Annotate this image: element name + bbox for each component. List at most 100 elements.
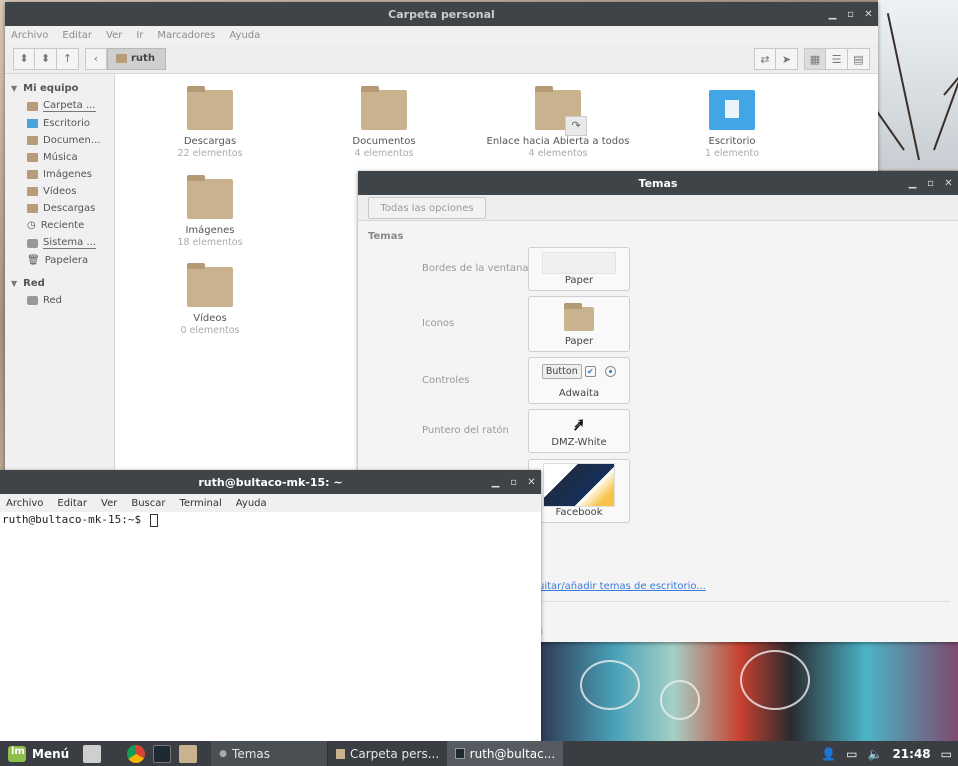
terminal-menubar: Archivo Editar Ver Buscar Terminal Ayuda: [0, 494, 541, 512]
file-item-imagenes[interactable]: Imágenes 18 elementos: [135, 175, 285, 248]
file-item-escritorio[interactable]: Escritorio 1 elemento: [657, 90, 807, 159]
menu-ayuda[interactable]: Ayuda: [229, 30, 260, 41]
menu-buscar[interactable]: Buscar: [131, 498, 165, 509]
sidebar: ▼ Mi equipo Carpeta ... Escritorio Docume…: [5, 74, 115, 472]
link-arrow-icon: ↷: [565, 116, 587, 136]
breadcrumb-label: ruth: [131, 53, 155, 64]
desktop-theme-button[interactable]: Facebook: [528, 459, 630, 523]
menu-ver[interactable]: Ver: [106, 30, 122, 41]
maximize-icon[interactable]: ▫: [508, 477, 519, 488]
files-icon[interactable]: [179, 744, 198, 763]
menu-marcadores[interactable]: Marcadores: [157, 30, 215, 41]
folder-icon: [336, 748, 345, 759]
show-desktop-icon[interactable]: [83, 744, 102, 763]
sidebar-item-documentos[interactable]: Documen...: [5, 132, 114, 149]
file-item-videos[interactable]: Vídeos 0 elementos: [135, 263, 285, 336]
mouse-cursor-icon: ➚: [572, 416, 586, 435]
menu-editar[interactable]: Editar: [57, 498, 87, 509]
up-arrow-icon[interactable]: ↑: [57, 47, 79, 70]
system-tray: 👤 ▭ 🔈 21:48 ▭: [821, 741, 952, 766]
folder-icon: [27, 101, 38, 111]
notification-icon[interactable]: ▭: [846, 747, 857, 761]
grid-view-icon[interactable]: ▦: [804, 48, 826, 70]
sidebar-item-musica[interactable]: Música: [5, 149, 114, 166]
preview-button: Button: [541, 364, 582, 379]
compact-view-icon[interactable]: ▤: [848, 48, 870, 70]
terminal-window: ruth@bultaco-mk-15: ~ ▁ ▫ ✕ Archivo Edit…: [0, 470, 541, 741]
menu-ver[interactable]: Ver: [101, 498, 117, 509]
taskbar: Menú ● Temas Carpeta pers... ruth@bultac…: [0, 741, 958, 766]
sidebar-item-reciente[interactable]: ◷ Reciente: [5, 217, 114, 234]
sidebar-item-red[interactable]: Red: [5, 292, 114, 309]
chevron-left-icon[interactable]: ‹: [85, 47, 107, 70]
row-label-icons: Iconos: [422, 318, 455, 329]
maximize-icon[interactable]: ▫: [925, 178, 936, 189]
volume-icon[interactable]: 🔈: [868, 747, 883, 761]
task-temas[interactable]: ● Temas: [211, 741, 328, 766]
menu-archivo[interactable]: Archivo: [6, 498, 43, 509]
folder-icon: [187, 263, 233, 307]
sidebar-item-sistema[interactable]: Sistema ...: [5, 234, 114, 252]
themes-titlebar[interactable]: Temas ▁ ▫ ✕: [358, 171, 958, 195]
task-terminal[interactable]: ruth@bultac...: [447, 741, 564, 766]
menu-editar[interactable]: Editar: [62, 30, 92, 41]
start-menu-button[interactable]: Menú: [0, 745, 79, 762]
terminal-output[interactable]: ruth@bultaco-mk-15:~$: [0, 512, 541, 741]
folder-icon: [27, 170, 38, 179]
sidebar-item-papelera[interactable]: 🗑 Papelera: [5, 252, 114, 269]
close-icon[interactable]: ✕: [863, 9, 874, 20]
sidebar-item-carpeta[interactable]: Carpeta ...: [5, 97, 114, 115]
maximize-icon[interactable]: ▫: [845, 9, 856, 20]
forward-history-icon[interactable]: ⬍: [35, 47, 57, 70]
user-icon[interactable]: 👤: [821, 747, 836, 761]
minimize-icon[interactable]: ▁: [490, 477, 501, 488]
chevron-down-icon: ▼: [11, 279, 18, 288]
fabric-image: [540, 640, 958, 741]
window-border-preview: [542, 252, 616, 274]
display-icon[interactable]: ▭: [941, 747, 952, 761]
sidebar-item-descargas[interactable]: Descargas: [5, 200, 114, 217]
sidebar-item-imagenes[interactable]: Imágenes: [5, 166, 114, 183]
file-item-descargas[interactable]: Descargas 22 elementos: [135, 86, 285, 159]
file-item-documentos[interactable]: Documentos 4 elementos: [309, 86, 459, 159]
window-title: Carpeta personal: [388, 7, 495, 21]
close-icon[interactable]: ✕: [526, 477, 537, 488]
minimize-icon[interactable]: ▁: [827, 9, 838, 20]
sidebar-section-red[interactable]: ▼ Red: [5, 275, 114, 292]
add-remove-themes-link[interactable]: uitar/añadir temas de escritorio...: [538, 581, 706, 592]
menu-terminal[interactable]: Terminal: [179, 498, 221, 509]
trash-icon: 🗑: [27, 255, 40, 266]
file-item-enlace[interactable]: ↷ Enlace hacia Abierta a todos 4 element…: [483, 86, 633, 159]
icons-theme-button[interactable]: Paper: [528, 296, 630, 352]
terminal-icon[interactable]: [153, 744, 172, 763]
pointer-icon[interactable]: ➤: [776, 48, 798, 70]
sidebar-section-mi-equipo[interactable]: ▼ Mi equipo: [5, 80, 114, 97]
clock[interactable]: 21:48: [892, 747, 930, 761]
menu-ayuda[interactable]: Ayuda: [236, 498, 267, 509]
list-view-icon[interactable]: ☰: [826, 48, 848, 70]
sidebar-item-videos[interactable]: Vídeos: [5, 183, 114, 200]
mint-logo-icon: [8, 745, 26, 762]
controls-theme-button[interactable]: Button ✔ Adwaita: [528, 357, 630, 404]
menu-archivo[interactable]: Archivo: [11, 30, 48, 41]
breadcrumb[interactable]: ruth: [107, 47, 166, 70]
window-borders-theme-button[interactable]: Paper: [528, 247, 630, 291]
terminal-icon: [455, 748, 465, 759]
sidebar-item-escritorio[interactable]: Escritorio: [5, 115, 114, 132]
terminal-titlebar[interactable]: ruth@bultaco-mk-15: ~ ▁ ▫ ✕: [0, 470, 541, 494]
task-carpeta[interactable]: Carpeta pers...: [327, 741, 447, 766]
back-history-icon[interactable]: ⬍: [13, 47, 35, 70]
all-options-button[interactable]: Todas las opciones: [368, 197, 486, 219]
close-icon[interactable]: ✕: [943, 178, 954, 189]
menu-ir[interactable]: Ir: [136, 30, 143, 41]
minimize-icon[interactable]: ▁: [907, 178, 918, 189]
file-manager-titlebar[interactable]: Carpeta personal ▁ ▫ ✕: [5, 2, 878, 26]
themes-toolbar: Todas las opciones: [358, 195, 958, 221]
chevron-down-icon: ▼: [11, 84, 18, 93]
toggle-location-icon[interactable]: ⇄: [754, 48, 776, 70]
folder-icon: [564, 303, 594, 331]
chrome-icon[interactable]: [127, 744, 146, 763]
terminal-cursor: [149, 513, 158, 527]
controls-preview: Button ✔: [529, 364, 629, 379]
window-title: Temas: [638, 176, 678, 190]
